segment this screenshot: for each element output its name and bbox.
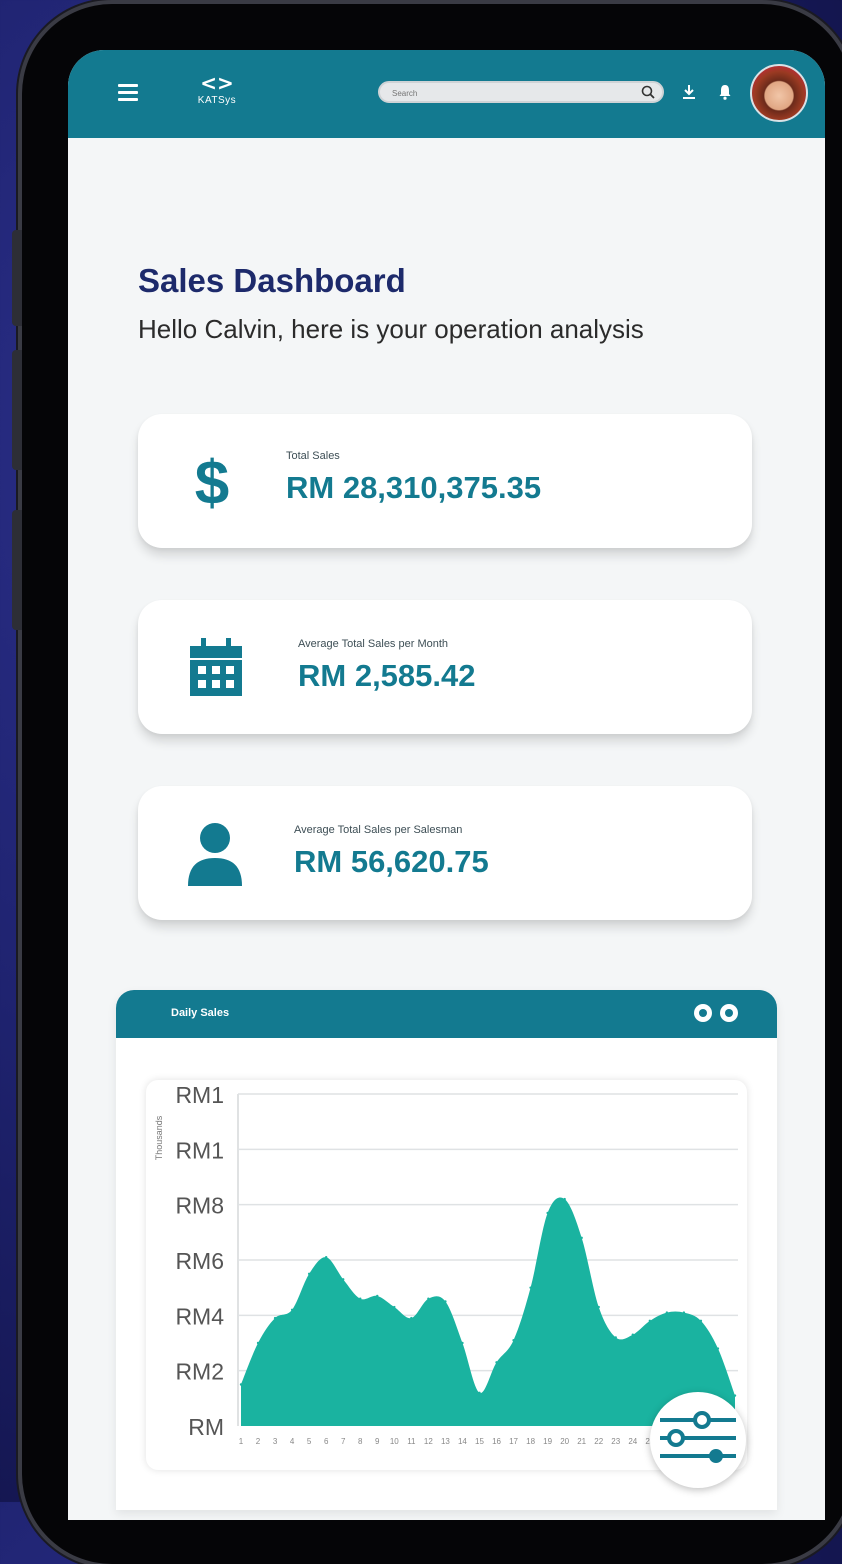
data-point <box>665 1311 669 1314</box>
data-point <box>529 1286 532 1289</box>
x-tick-label: 12 <box>424 1437 433 1446</box>
y-tick-label: RM <box>188 1414 224 1440</box>
x-tick-label: 9 <box>375 1437 380 1446</box>
x-tick-label: 7 <box>341 1437 346 1446</box>
x-tick-label: 13 <box>441 1437 450 1446</box>
y-axis-label: Thousands <box>154 1115 164 1160</box>
avg-sales-salesman-card[interactable]: Average Total Sales per Salesman RM 56,6… <box>138 786 752 920</box>
download-icon[interactable] <box>680 82 698 102</box>
data-point <box>290 1308 294 1311</box>
logo-text: KATSys <box>197 95 237 106</box>
x-tick-label: 16 <box>492 1437 501 1446</box>
phone-side-button <box>12 350 22 470</box>
dollar-icon: $ <box>190 444 234 518</box>
data-point <box>273 1316 277 1320</box>
phone-side-button <box>12 510 22 630</box>
sliders-icon <box>660 1411 736 1463</box>
data-point <box>716 1347 720 1350</box>
x-tick-label: 8 <box>358 1437 363 1446</box>
filter-button[interactable] <box>650 1392 746 1488</box>
data-point <box>648 1319 652 1323</box>
calendar-icon <box>188 636 244 698</box>
chart-settings-icon[interactable] <box>720 1004 738 1022</box>
card-value: RM 2,585.42 <box>298 658 476 693</box>
x-tick-label: 19 <box>543 1437 552 1446</box>
total-sales-card[interactable]: $ Total Sales RM 28,310,375.35 <box>138 414 752 548</box>
data-point <box>359 1297 362 1300</box>
y-tick-label: RM4 <box>175 1303 224 1329</box>
app-screen: <> KATSys Sales Dashboard Hello Calvin, … <box>68 50 825 1520</box>
card-label: Total Sales <box>286 450 340 462</box>
y-tick-label: RM2 <box>175 1359 224 1385</box>
y-tick-label: RM1 <box>175 1137 224 1163</box>
phone-side-button <box>12 230 22 326</box>
x-tick-label: 18 <box>526 1437 535 1446</box>
data-point <box>444 1300 447 1303</box>
y-tick-label: RM1 <box>175 1082 224 1108</box>
top-bar: <> KATSys <box>68 50 825 138</box>
card-label: Average Total Sales per Salesman <box>294 824 463 836</box>
data-point <box>495 1361 498 1364</box>
x-tick-label: 23 <box>611 1437 620 1446</box>
card-value: RM 56,620.75 <box>294 844 489 879</box>
x-tick-label: 22 <box>594 1437 603 1446</box>
x-tick-label: 10 <box>390 1437 399 1446</box>
avg-sales-month-card[interactable]: Average Total Sales per Month RM 2,585.4… <box>138 600 752 734</box>
x-tick-label: 21 <box>577 1437 586 1446</box>
search-bar[interactable] <box>378 81 664 103</box>
x-tick-label: 24 <box>628 1437 637 1446</box>
x-tick-label: 11 <box>407 1437 416 1446</box>
x-tick-label: 15 <box>475 1437 484 1446</box>
data-point <box>546 1211 549 1215</box>
page-title: Sales Dashboard <box>138 262 406 299</box>
data-point <box>239 1383 243 1386</box>
data-point <box>410 1316 413 1320</box>
data-point <box>307 1272 311 1276</box>
chart-title: Daily Sales <box>171 1007 230 1019</box>
data-point <box>342 1278 345 1281</box>
menu-icon[interactable] <box>118 84 138 102</box>
data-point <box>631 1333 634 1336</box>
app-logo[interactable]: <> KATSys <box>194 72 240 120</box>
x-tick-label: 5 <box>307 1437 312 1446</box>
x-tick-label: 2 <box>256 1437 261 1446</box>
y-tick-label: RM8 <box>175 1193 224 1219</box>
data-point <box>682 1311 686 1314</box>
y-tick-label: RM6 <box>175 1248 224 1274</box>
data-point <box>563 1197 566 1201</box>
data-point <box>597 1305 600 1309</box>
chart-info-icon[interactable] <box>694 1004 712 1022</box>
card-value: RM 28,310,375.35 <box>286 470 542 505</box>
data-point <box>699 1319 703 1323</box>
data-point <box>461 1341 464 1345</box>
search-input[interactable] <box>390 85 634 101</box>
data-point <box>324 1256 328 1259</box>
data-point <box>256 1341 260 1345</box>
user-icon <box>186 820 244 888</box>
logo-mark-icon: <> <box>200 71 234 95</box>
x-tick-label: 14 <box>458 1437 467 1446</box>
svg-text:$: $ <box>195 449 229 514</box>
x-tick-label: 1 <box>239 1437 244 1446</box>
x-tick-label: 4 <box>290 1437 295 1446</box>
data-point <box>614 1336 617 1339</box>
chart-header: Daily Sales <box>116 990 777 1038</box>
data-point <box>393 1305 396 1309</box>
x-tick-label: 20 <box>560 1437 569 1446</box>
data-point <box>580 1236 583 1240</box>
data-point <box>512 1339 515 1342</box>
avatar[interactable] <box>750 64 808 122</box>
data-point <box>478 1391 481 1394</box>
x-tick-label: 17 <box>509 1437 518 1446</box>
bell-icon[interactable] <box>716 82 734 102</box>
data-point <box>376 1294 379 1298</box>
x-tick-label: 6 <box>324 1437 329 1446</box>
x-tick-label: 3 <box>273 1437 278 1446</box>
search-icon[interactable] <box>640 84 656 100</box>
card-label: Average Total Sales per Month <box>298 638 449 650</box>
data-point <box>427 1297 430 1300</box>
page-subtitle: Hello Calvin, here is your operation ana… <box>138 314 644 344</box>
